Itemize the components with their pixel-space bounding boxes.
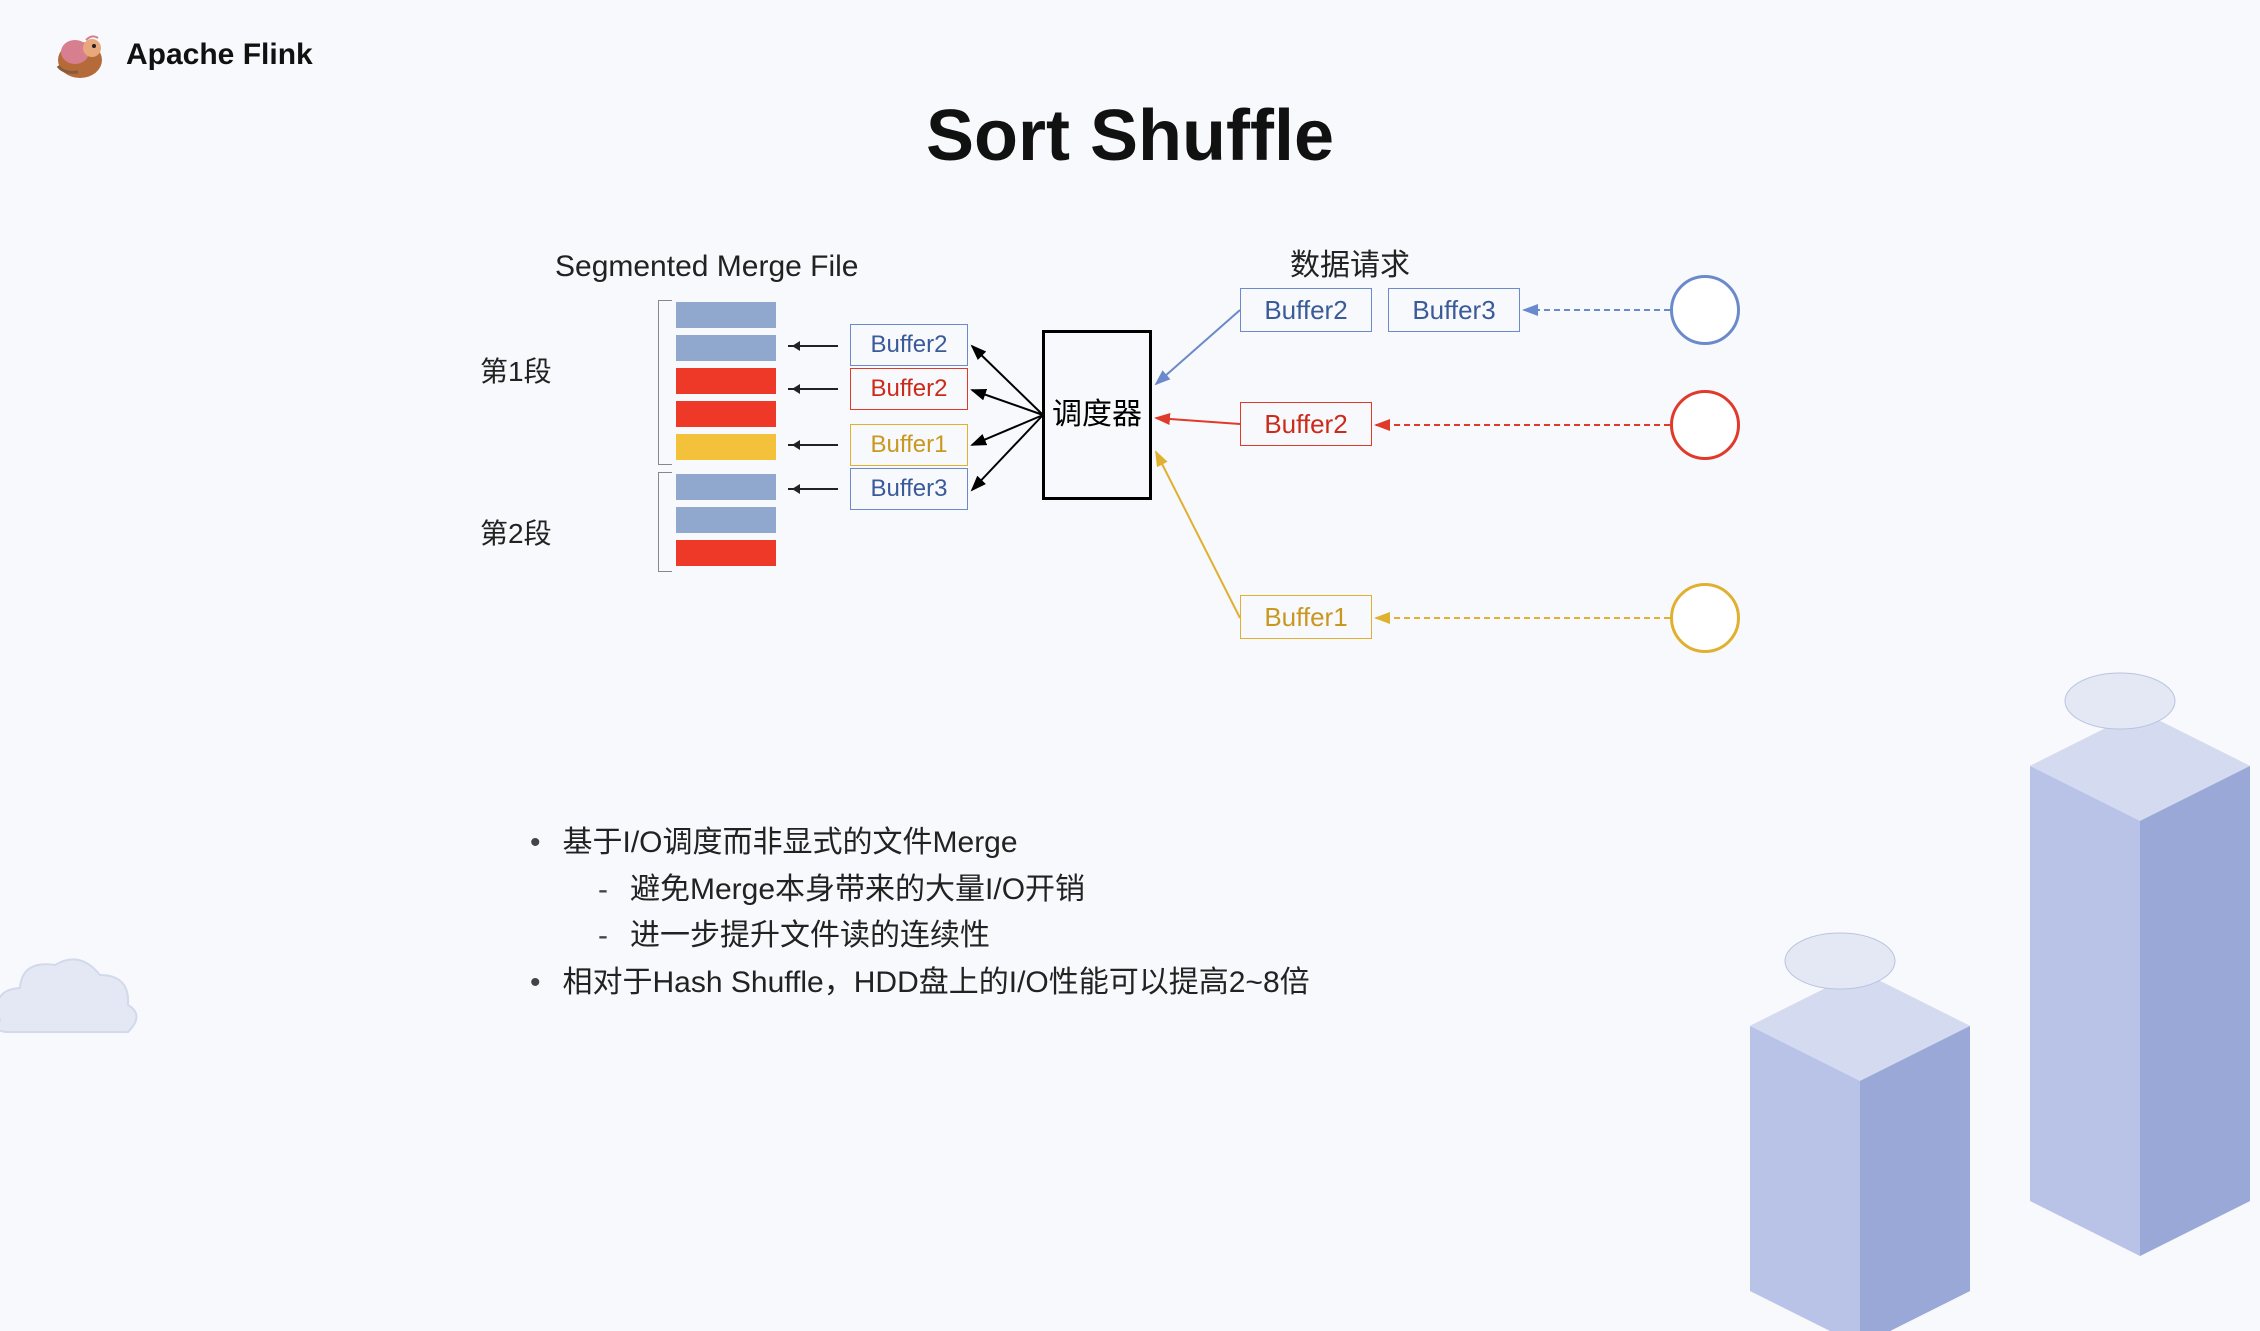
- decoration-cloud-icon: [0, 920, 160, 1080]
- mid-buffer-box: Buffer1: [1240, 595, 1372, 639]
- connector-svg: [1372, 300, 1672, 640]
- segment2-label: 第2段: [480, 512, 552, 552]
- merge-file-label: Segmented Merge File: [555, 250, 859, 284]
- file-block: [676, 434, 776, 460]
- file-block: [676, 474, 776, 500]
- segment1-label: 第1段: [480, 350, 552, 390]
- mid-buffer-box: Buffer2: [1240, 402, 1372, 446]
- bullet-list: 基于I/O调度而非显式的文件Merge 避免Merge本身带来的大量I/O开销 …: [530, 820, 1310, 1006]
- file-block: [676, 302, 776, 328]
- file-block: [676, 540, 776, 566]
- brand-text: Apache Flink: [126, 38, 313, 72]
- file-block: [676, 507, 776, 533]
- flink-logo-icon: [50, 30, 114, 80]
- scheduler-box: 调度器: [1042, 330, 1152, 500]
- connector-svg: [1152, 300, 1242, 640]
- page-title: Sort Shuffle: [926, 95, 1334, 177]
- consumer-circle: [1670, 275, 1740, 345]
- file-buffer-box: Buffer2: [850, 324, 968, 366]
- data-request-label: 数据请求: [1290, 240, 1410, 284]
- bullet-sub-item: 避免Merge本身带来的大量I/O开销: [530, 867, 1310, 914]
- decoration-server-icon: [1740, 651, 2260, 1331]
- file-block: [676, 401, 776, 427]
- bullet-item: 基于I/O调度而非显式的文件Merge: [530, 820, 1310, 867]
- file-block: [676, 335, 776, 361]
- diagram-area: Segmented Merge File 第1段 第2段 Buffer2 Buf…: [480, 250, 1860, 770]
- arrow-icon: [788, 488, 838, 490]
- connector-svg: [968, 330, 1043, 500]
- bullet-sub-item: 进一步提升文件读的连续性: [530, 913, 1310, 960]
- bracket-seg1: [658, 300, 672, 465]
- file-buffer-box: Buffer2: [850, 368, 968, 410]
- arrow-icon: [788, 388, 838, 390]
- mid-buffer-box: Buffer2: [1240, 288, 1372, 332]
- file-buffer-box: Buffer3: [850, 468, 968, 510]
- header: Apache Flink: [50, 30, 313, 80]
- consumer-circle: [1670, 583, 1740, 653]
- consumer-circle: [1670, 390, 1740, 460]
- arrow-icon: [788, 345, 838, 347]
- bullet-item: 相对于Hash Shuffle，HDD盘上的I/O性能可以提高2~8倍: [530, 960, 1310, 1007]
- bracket-seg2: [658, 472, 672, 572]
- file-block: [676, 368, 776, 394]
- file-buffer-box: Buffer1: [850, 424, 968, 466]
- arrow-icon: [788, 444, 838, 446]
